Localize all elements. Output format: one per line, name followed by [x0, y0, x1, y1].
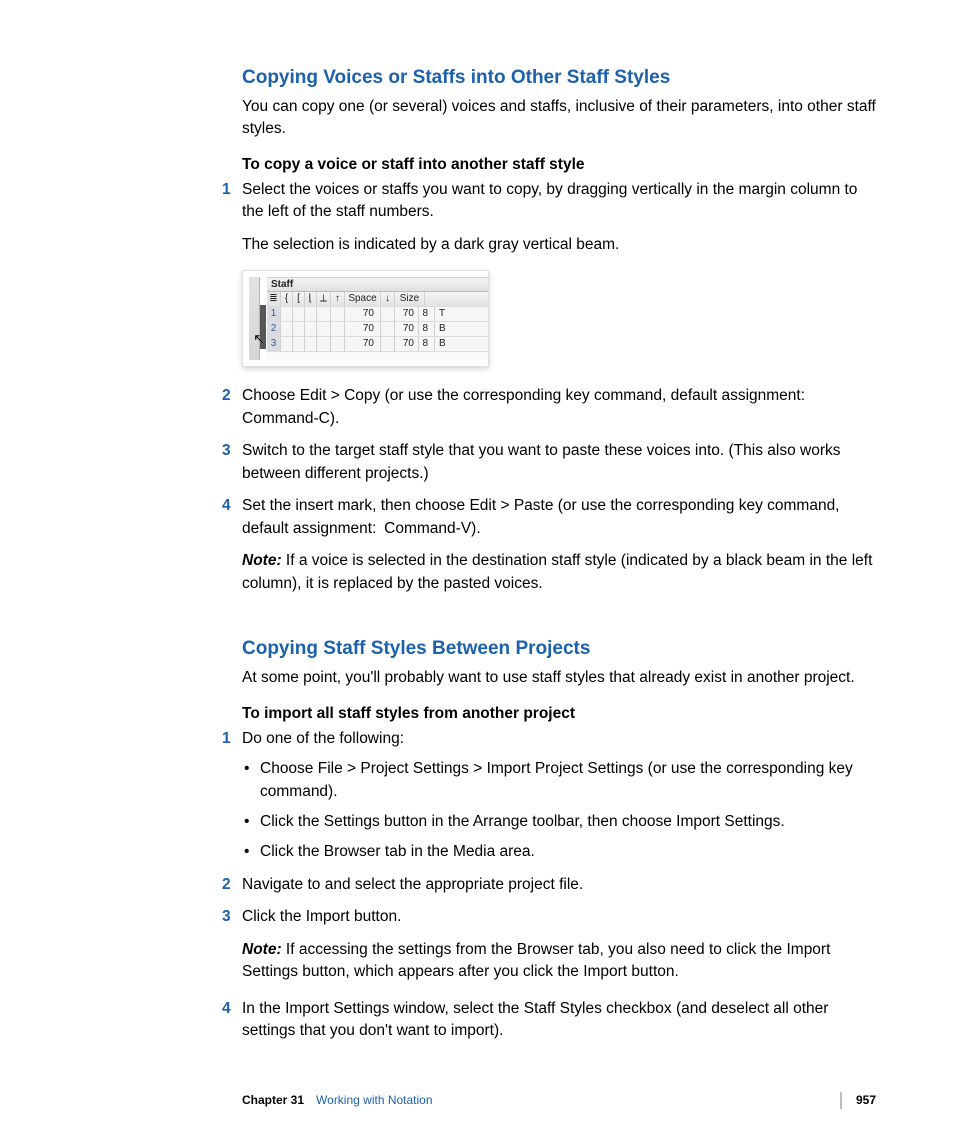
step-3: 3 Click the Import button. Note: If acce… [242, 906, 882, 983]
col-bracket2-icon: ⌊ [305, 292, 317, 306]
col-space-label: Space [345, 292, 381, 306]
note-text: If a voice is selected in the destinatio… [242, 552, 872, 591]
col-menu-icon: ≣ [267, 292, 281, 306]
step-text: Switch to the target staff style that yo… [242, 440, 882, 485]
row-space2: 70 [395, 322, 419, 336]
figure-row-2: 2 70 70 8 B [267, 322, 488, 337]
step-number: 4 [222, 998, 231, 1020]
step-number: 2 [222, 874, 231, 896]
page: Copying Voices or Staffs into Other Staf… [0, 0, 954, 1145]
step-text: Set the insert mark, then choose Edit > … [242, 497, 840, 536]
col-last [425, 292, 445, 306]
chapter-label: Chapter 31 [242, 1092, 304, 1109]
figure-row-1: 1 70 70 8 T [267, 307, 488, 322]
row-last: T [435, 307, 455, 321]
col-up-arrow-icon: ↑ [331, 292, 345, 306]
figure-header-row: ≣ { [ ⌊ ⟂ ↑ Space ↓ Size [267, 292, 488, 307]
step-note: Note: If accessing the settings from the… [242, 939, 882, 984]
row-number: 3 [267, 337, 281, 351]
content-column: Copying Voices or Staffs into Other Staf… [242, 64, 882, 1043]
step-text: Click the Import button. [242, 908, 401, 925]
col-brace-icon: { [281, 292, 293, 306]
step-4: 4 Set the insert mark, then choose Edit … [242, 495, 882, 595]
col-down-arrow-icon: ↓ [381, 292, 395, 306]
bullet-item: Choose File > Project Settings > Import … [242, 758, 882, 803]
row-size: 8 [419, 322, 435, 336]
row-size: 8 [419, 337, 435, 351]
figure-tab-staff: Staff [267, 277, 488, 292]
note-text: If accessing the settings from the Brows… [242, 941, 830, 980]
section2-intro: At some point, you'll probably want to u… [242, 667, 882, 689]
step-number: 3 [222, 440, 231, 462]
row-last: B [435, 322, 455, 336]
bullet-item: Click the Browser tab in the Media area. [242, 841, 882, 863]
bullet-item: Click the Settings button in the Arrange… [242, 811, 882, 833]
row-space2: 70 [395, 337, 419, 351]
procedure-label-copy-voice: To copy a voice or staff into another st… [242, 154, 882, 176]
row-size: 8 [419, 307, 435, 321]
step-1: 1 Do one of the following: Choose File >… [242, 728, 882, 864]
step-3: 3 Switch to the target staff style that … [242, 440, 882, 485]
step-body: Set the insert mark, then choose Edit > … [242, 495, 882, 595]
step-text: In the Import Settings window, select th… [242, 998, 882, 1043]
col-bracket3-icon: ⟂ [317, 292, 331, 306]
col-size-label: Size [395, 292, 425, 306]
figure-staff-selection: ↖ Staff ≣ { [ ⌊ ⟂ ↑ Space ↓ Size 1 [242, 270, 882, 367]
step-text: Select the voices or staffs you want to … [242, 181, 857, 220]
row-space2: 70 [395, 307, 419, 321]
figure-window: ↖ Staff ≣ { [ ⌊ ⟂ ↑ Space ↓ Size 1 [242, 270, 489, 367]
step-subtext: The selection is indicated by a dark gra… [242, 234, 882, 256]
step-number: 3 [222, 906, 231, 928]
step-body: Do one of the following: Choose File > P… [242, 728, 882, 864]
section-heading-copy-voices: Copying Voices or Staffs into Other Staf… [242, 64, 882, 92]
page-number: 957 [840, 1092, 876, 1109]
note-label: Note: [242, 552, 282, 569]
step-text: Navigate to and select the appropriate p… [242, 874, 882, 896]
step-body: Select the voices or staffs you want to … [242, 179, 882, 256]
step-body: Click the Import button. Note: If access… [242, 906, 882, 983]
step-text: Choose Edit > Copy (or use the correspon… [242, 385, 882, 430]
page-footer: Chapter 31 Working with Notation 957 [242, 1092, 876, 1109]
row-last: B [435, 337, 455, 351]
row-space1: 70 [345, 322, 381, 336]
step-number: 1 [222, 179, 231, 201]
step-4: 4 In the Import Settings window, select … [242, 998, 882, 1043]
step-note: Note: If a voice is selected in the dest… [242, 550, 882, 595]
figure-row-3: 3 70 70 8 B [267, 337, 488, 352]
step-text: Do one of the following: [242, 730, 404, 747]
row-space1: 70 [345, 307, 381, 321]
chapter-title: Working with Notation [316, 1092, 433, 1109]
procedure-label-import-styles: To import all staff styles from another … [242, 703, 882, 725]
note-label: Note: [242, 941, 282, 958]
row-number: 1 [267, 307, 281, 321]
row-space1: 70 [345, 337, 381, 351]
figure-empty-row [267, 352, 488, 360]
figure-selection-beam [260, 305, 266, 349]
step-number: 2 [222, 385, 231, 407]
row-number: 2 [267, 322, 281, 336]
section-heading-copy-styles: Copying Staff Styles Between Projects [242, 635, 882, 663]
section1-intro: You can copy one (or several) voices and… [242, 96, 882, 141]
step-number: 4 [222, 495, 231, 517]
step-number: 1 [222, 728, 231, 750]
col-bracket1-icon: [ [293, 292, 305, 306]
step-1: 1 Select the voices or staffs you want t… [242, 179, 882, 256]
step-2: 2 Choose Edit > Copy (or use the corresp… [242, 385, 882, 430]
figure-margin-column [249, 277, 260, 360]
step-2: 2 Navigate to and select the appropriate… [242, 874, 882, 896]
